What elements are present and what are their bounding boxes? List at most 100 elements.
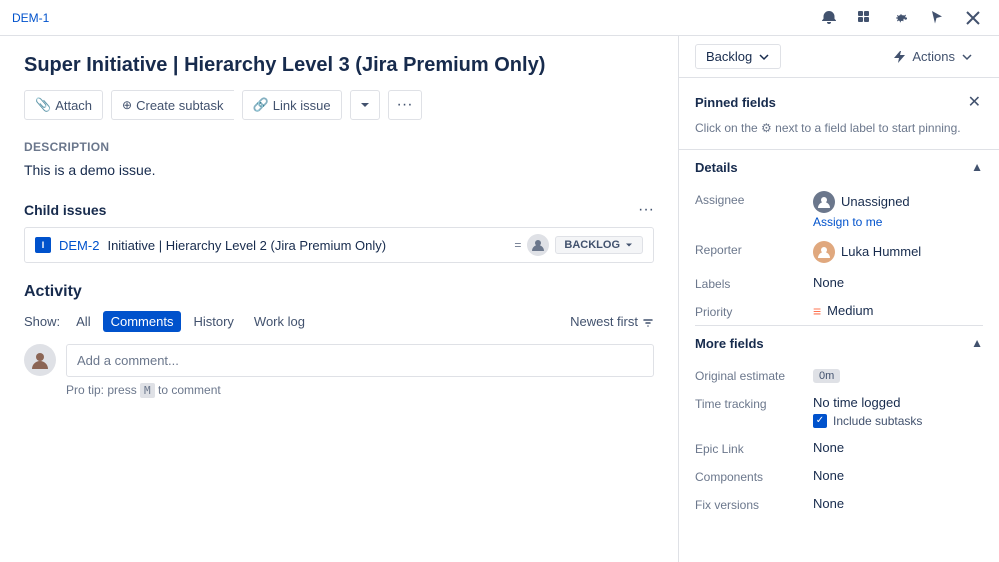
right-top-bar: Backlog Actions bbox=[679, 36, 999, 78]
activity-tabs: Show: All Comments History Work log Newe… bbox=[24, 311, 654, 332]
assignee-value: Unassigned Assign to me bbox=[813, 191, 983, 229]
reporter-value: Luka Hummel bbox=[813, 241, 983, 263]
user-avatar bbox=[24, 344, 56, 376]
components-row: Components None bbox=[695, 462, 983, 490]
hint-text: Click on the bbox=[695, 121, 758, 135]
priority-text: Medium bbox=[827, 303, 873, 318]
breadcrumb-area: DEM-1 bbox=[12, 11, 815, 25]
pro-tip-text: Pro tip: press bbox=[66, 383, 137, 397]
reporter-avatar bbox=[813, 241, 835, 263]
labels-label: Labels bbox=[695, 275, 805, 291]
cursor-icon-btn[interactable] bbox=[923, 4, 951, 32]
top-bar: DEM-1 bbox=[0, 0, 999, 36]
tab-comments[interactable]: Comments bbox=[103, 311, 182, 332]
fix-versions-value: None bbox=[813, 496, 983, 511]
original-estimate-label: Original estimate bbox=[695, 367, 805, 383]
child-status-badge[interactable]: BACKLOG bbox=[555, 236, 643, 254]
priority-row: ≡ Medium bbox=[813, 303, 983, 319]
description-section: Description This is a demo issue. bbox=[24, 140, 654, 181]
pinned-fields-close-button[interactable]: ✕ bbox=[966, 90, 983, 114]
child-issues-section: Child issues ··· I DEM-2 Initiative | Hi… bbox=[24, 201, 654, 263]
components-value: None bbox=[813, 468, 983, 483]
link-issue-button[interactable]: 🔗 Link issue bbox=[242, 90, 342, 120]
notification-icon bbox=[821, 10, 837, 26]
assignee-row: Unassigned bbox=[813, 191, 983, 213]
create-subtask-group: ⊕ Create subtask bbox=[111, 90, 234, 120]
backlog-button[interactable]: Backlog bbox=[695, 44, 781, 69]
reporter-avatar-icon bbox=[817, 245, 831, 259]
child-issue-actions: = BACKLOG bbox=[514, 234, 643, 256]
shortcut-key: M bbox=[140, 383, 155, 398]
pinned-fields-section: Pinned fields ✕ Click on the ⚙ next to a… bbox=[679, 78, 999, 150]
create-subtask-button[interactable]: ⊕ Create subtask bbox=[111, 90, 234, 120]
chevron-down-actions-icon bbox=[961, 51, 973, 63]
labels-field-row: Labels None bbox=[695, 269, 983, 297]
action-bar: 📎 Attach ⊕ Create subtask 🔗 Link issue · bbox=[24, 90, 654, 120]
child-assignee-avatar bbox=[527, 234, 549, 256]
hint-suffix: next to a field label to start pinning. bbox=[775, 121, 960, 135]
epic-link-value: None bbox=[813, 440, 983, 455]
more-fields-title: More fields bbox=[695, 336, 764, 351]
child-issue-type-icon: I bbox=[35, 237, 51, 253]
details-header[interactable]: Details ▲ bbox=[695, 150, 983, 185]
cursor-icon bbox=[929, 10, 945, 26]
attach-button[interactable]: 📎 Attach bbox=[24, 90, 103, 120]
actions-label: Actions bbox=[912, 49, 955, 64]
attach-icon: 📎 bbox=[35, 97, 51, 113]
settings-icon-btn[interactable] bbox=[887, 4, 915, 32]
activity-sort[interactable]: Newest first bbox=[570, 314, 654, 329]
time-tracking-row: Time tracking No time logged Include sub… bbox=[695, 389, 983, 434]
include-subtasks-row: Include subtasks bbox=[813, 414, 983, 428]
priority-value: ≡ Medium bbox=[813, 303, 983, 319]
pinned-fields-title: Pinned fields bbox=[695, 95, 776, 110]
link-icon: 🔗 bbox=[253, 97, 269, 113]
epic-link-row: Epic Link None bbox=[695, 434, 983, 462]
chevron-down-icon bbox=[359, 99, 371, 111]
pinned-fields-hint: Click on the ⚙ next to a field label to … bbox=[695, 120, 983, 137]
child-issues-title: Child issues bbox=[24, 202, 106, 218]
breadcrumb[interactable]: DEM-1 bbox=[12, 11, 49, 25]
original-estimate-row: Original estimate 0m bbox=[695, 361, 983, 389]
estimate-badge: 0m bbox=[813, 369, 840, 383]
reporter-name: Luka Hummel bbox=[841, 244, 921, 259]
assign-to-me-link[interactable]: Assign to me bbox=[813, 215, 983, 229]
more-fields-header[interactable]: More fields ▲ bbox=[695, 325, 983, 361]
child-issue-key[interactable]: DEM-2 bbox=[59, 238, 99, 253]
details-section: Details ▲ Assignee Unassigned Assign to … bbox=[679, 150, 999, 325]
tab-worklog[interactable]: Work log bbox=[246, 311, 313, 332]
close-icon-btn[interactable] bbox=[959, 4, 987, 32]
include-subtasks-checkbox[interactable] bbox=[813, 414, 827, 428]
comment-input-field[interactable]: Add a comment... bbox=[66, 344, 654, 377]
assignee-label: Assignee bbox=[695, 191, 805, 207]
tab-history[interactable]: History bbox=[185, 311, 241, 332]
tab-all[interactable]: All bbox=[68, 311, 98, 332]
time-tracking-value: No time logged Include subtasks bbox=[813, 395, 983, 428]
child-issue-summary: Initiative | Hierarchy Level 2 (Jira Pre… bbox=[107, 238, 506, 253]
attach-label: Attach bbox=[55, 98, 92, 113]
details-title: Details bbox=[695, 160, 738, 175]
more-fields-section: More fields ▲ Original estimate 0m Time … bbox=[679, 325, 999, 518]
assignee-name: Unassigned bbox=[841, 194, 910, 209]
notification-icon-btn[interactable] bbox=[815, 4, 843, 32]
child-issues-menu-button[interactable]: ··· bbox=[638, 201, 654, 219]
apps-icon-btn[interactable] bbox=[851, 4, 879, 32]
pinned-fields-header: Pinned fields ✕ bbox=[695, 90, 983, 114]
gear-icon: ⚙ bbox=[761, 121, 775, 135]
details-collapse-icon: ▲ bbox=[971, 160, 983, 174]
activity-section: Activity Show: All Comments History Work… bbox=[24, 283, 654, 397]
priority-icon: ≡ bbox=[813, 303, 821, 319]
more-actions-dropdown[interactable] bbox=[350, 90, 380, 120]
actions-button[interactable]: Actions bbox=[882, 45, 983, 68]
include-subtasks-label: Include subtasks bbox=[833, 414, 922, 428]
child-status-label: BACKLOG bbox=[564, 239, 620, 251]
fix-versions-row: Fix versions None bbox=[695, 490, 983, 518]
description-text: This is a demo issue. bbox=[24, 160, 654, 181]
time-tracking-label: Time tracking bbox=[695, 395, 805, 411]
avatar-icon bbox=[531, 238, 545, 252]
user-avatar-icon bbox=[30, 350, 50, 370]
ellipsis-button[interactable]: ··· bbox=[388, 90, 422, 120]
priority-field-row: Priority ≡ Medium bbox=[695, 297, 983, 325]
create-subtask-label: Create subtask bbox=[136, 98, 223, 113]
issue-title: Super Initiative | Hierarchy Level 3 (Ji… bbox=[24, 52, 654, 78]
apps-icon bbox=[857, 10, 873, 26]
